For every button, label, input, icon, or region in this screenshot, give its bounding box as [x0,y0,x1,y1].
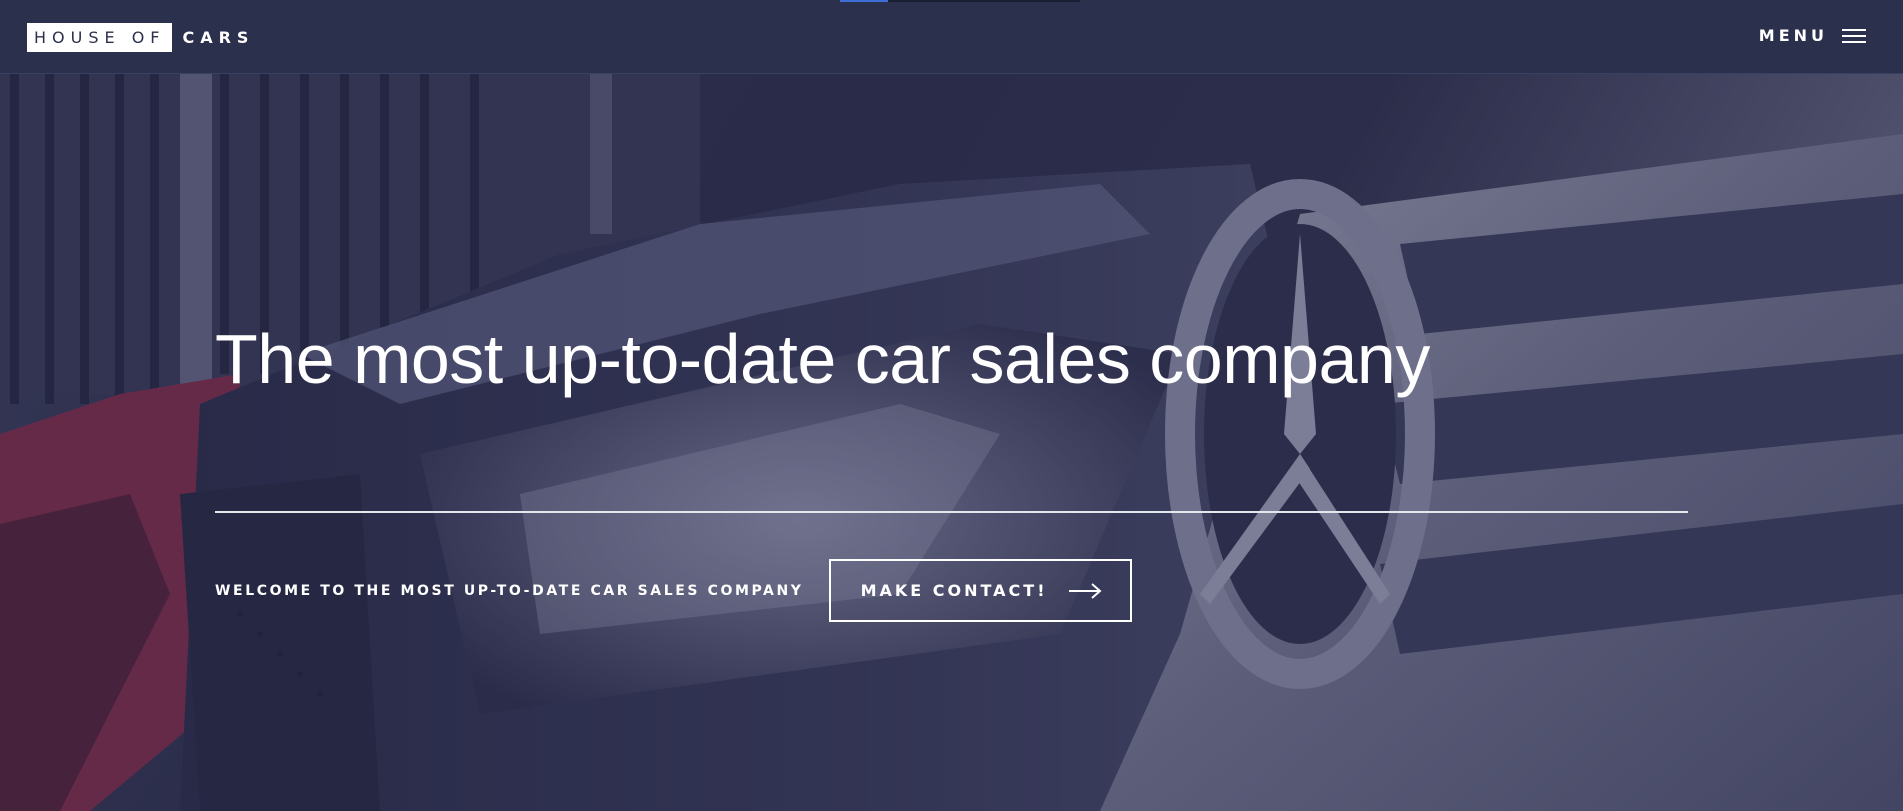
hero-divider [215,511,1688,513]
logo-boxed-text: HOUSE OF [27,23,173,52]
make-contact-button[interactable]: MAKE CONTACT! [828,559,1132,622]
logo-text: CARS [182,28,255,47]
hamburger-icon [1842,28,1866,43]
hero-subtitle: WELCOME TO THE MOST UP-TO-DATE CAR SALES… [215,582,804,599]
header-progress-active [840,0,888,2]
hero-action-row: WELCOME TO THE MOST UP-TO-DATE CAR SALES… [215,559,1132,622]
make-contact-label: MAKE CONTACT! [860,581,1048,600]
hero-overlay [0,74,1903,811]
site-header: HOUSE OF CARS MENU [0,0,1903,74]
header-progress-indicator [840,0,1080,2]
hero-section: The most up-to-date car sales company WE… [0,74,1903,811]
menu-button[interactable]: MENU [1759,26,1866,45]
menu-label: MENU [1758,26,1828,45]
hero-title: The most up-to-date car sales company [215,320,1430,398]
site-logo[interactable]: HOUSE OF CARS [27,23,254,52]
arrow-right-icon [1068,582,1102,599]
hero-content: The most up-to-date car sales company WE… [215,314,1688,622]
